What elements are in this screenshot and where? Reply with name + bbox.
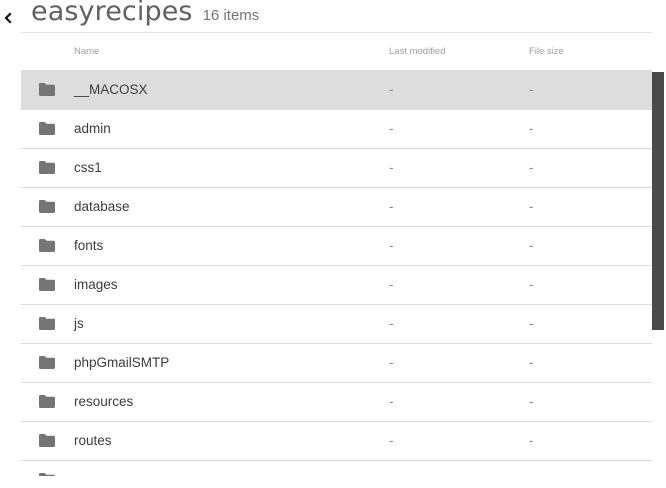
file-row[interactable]: [21, 460, 652, 476]
file-size: -: [529, 160, 534, 175]
file-name: css1: [74, 160, 102, 175]
back-button[interactable]: [2, 11, 14, 25]
file-last-modified: -: [389, 316, 394, 331]
file-browser: easyrecipes 16 items Name Last modified …: [0, 0, 666, 488]
column-header-last-modified[interactable]: Last modified: [389, 46, 446, 57]
file-name: routes: [74, 433, 112, 448]
folder-icon: [39, 356, 55, 369]
file-size: -: [529, 316, 534, 331]
folder-icon: [39, 200, 55, 213]
file-last-modified: -: [389, 160, 394, 175]
file-size: -: [529, 238, 534, 253]
file-row[interactable]: __MACOSX - -: [21, 70, 652, 109]
file-row[interactable]: js - -: [21, 304, 652, 343]
folder-icon: [39, 317, 55, 330]
folder-icon: [39, 83, 55, 96]
file-row[interactable]: admin - -: [21, 109, 652, 148]
file-name: phpGmailSMTP: [74, 355, 170, 370]
folder-icon: [39, 161, 55, 174]
folder-icon: [39, 473, 55, 476]
column-header-name[interactable]: Name: [74, 46, 99, 57]
file-name: images: [74, 277, 118, 292]
file-name: __MACOSX: [74, 82, 148, 97]
column-header-row: Name Last modified File size: [21, 32, 652, 71]
file-row[interactable]: phpGmailSMTP - -: [21, 343, 652, 382]
file-last-modified: -: [389, 277, 394, 292]
file-size: -: [529, 433, 534, 448]
file-row[interactable]: images - -: [21, 265, 652, 304]
scrollbar-thumb[interactable]: [652, 72, 664, 330]
folder-icon: [39, 434, 55, 447]
file-last-modified: -: [389, 433, 394, 448]
chevron-left-icon: [4, 12, 12, 24]
file-row[interactable]: fonts - -: [21, 226, 652, 265]
file-row[interactable]: resources - -: [21, 382, 652, 421]
column-header-file-size[interactable]: File size: [529, 46, 564, 57]
file-last-modified: -: [389, 121, 394, 136]
file-last-modified: -: [389, 199, 394, 214]
file-row[interactable]: routes - -: [21, 421, 652, 460]
folder-icon: [39, 395, 55, 408]
file-row[interactable]: database - -: [21, 187, 652, 226]
file-size: -: [529, 394, 534, 409]
file-name: js: [74, 316, 84, 331]
file-name: admin: [74, 121, 111, 136]
file-size: -: [529, 199, 534, 214]
file-name: database: [74, 199, 130, 214]
folder-icon: [39, 278, 55, 291]
file-size: -: [529, 355, 534, 370]
item-count: 16 items: [202, 7, 260, 24]
page-header: easyrecipes 16 items: [31, 0, 259, 27]
file-name: resources: [74, 394, 134, 409]
file-last-modified: -: [389, 355, 394, 370]
folder-icon: [39, 122, 55, 135]
file-last-modified: -: [389, 238, 394, 253]
file-list: __MACOSX - - admin - - css1 - - database - - fonts - -…: [21, 70, 652, 476]
file-last-modified: -: [389, 82, 394, 97]
folder-title: easyrecipes: [31, 0, 193, 27]
file-row[interactable]: css1 - -: [21, 148, 652, 187]
file-name: fonts: [74, 238, 104, 253]
file-size: -: [529, 277, 534, 292]
file-last-modified: -: [389, 394, 394, 409]
folder-icon: [39, 239, 55, 252]
file-size: -: [529, 82, 534, 97]
file-size: -: [529, 121, 534, 136]
